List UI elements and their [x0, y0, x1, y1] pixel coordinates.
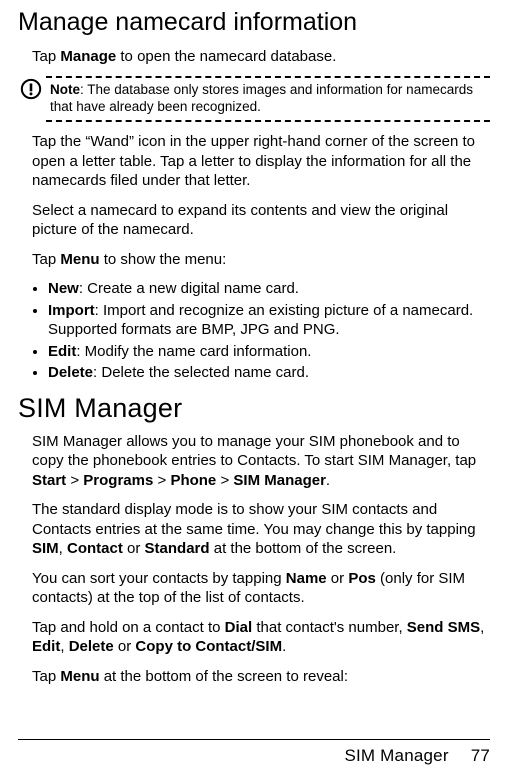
list-item: Delete: Delete the selected name card. — [48, 363, 490, 383]
note-divider-top — [46, 76, 490, 78]
menu-item-desc: : Import and recognize an existing pictu… — [48, 302, 473, 339]
list-item: Import: Import and recognize an existing… — [48, 301, 490, 340]
bold-menu: Menu — [60, 251, 99, 268]
text: to open the namecard database. — [116, 48, 336, 65]
text: or — [114, 638, 136, 655]
bold-simmgr: SIM Manager — [233, 472, 326, 489]
text: > — [216, 472, 233, 489]
list-item: Edit: Modify the name card information. — [48, 342, 490, 362]
footer-rule — [18, 739, 490, 740]
text: . — [282, 638, 286, 655]
text: Tap — [32, 251, 60, 268]
p-menu-reveal: Tap Menu at the bottom of the screen to … — [32, 667, 490, 687]
section-title-sim: SIM Manager — [18, 393, 490, 424]
text: . — [326, 472, 330, 489]
p-contact-actions: Tap and hold on a contact to Dial that c… — [32, 618, 490, 657]
menu-list: New: Create a new digital name card. Imp… — [48, 279, 490, 383]
text: or — [123, 540, 145, 557]
bold-name: Name — [286, 570, 327, 587]
menu-item-name: New — [48, 280, 79, 297]
text: at the bottom of the screen to reveal: — [100, 668, 348, 685]
p-sim-intro: SIM Manager allows you to manage your SI… — [32, 432, 490, 491]
menu-item-desc: : Delete the selected name card. — [93, 364, 309, 381]
bold-manage: Manage — [60, 48, 116, 65]
bold-contact: Contact — [67, 540, 123, 557]
text: SIM Manager allows you to manage your SI… — [32, 433, 476, 470]
bold-dial: Dial — [225, 619, 253, 636]
note-text: : The database only stores images and in… — [50, 82, 473, 114]
page-number: 77 — [471, 746, 490, 766]
note-block: Note: The database only stores images an… — [18, 76, 490, 122]
menu-item-name: Edit — [48, 343, 76, 360]
page: Manage namecard information Tap Manage t… — [0, 0, 508, 780]
text: , — [59, 540, 67, 557]
bold-phone: Phone — [170, 472, 216, 489]
bold-edit: Edit — [32, 638, 60, 655]
p-open-namecard: Tap Manage to open the namecard database… — [32, 47, 490, 67]
text: that contact's number, — [252, 619, 407, 636]
text: to show the menu: — [100, 251, 227, 268]
p-sort: You can sort your contacts by tapping Na… — [32, 569, 490, 608]
p-wand: Tap the “Wand” icon in the upper right-h… — [32, 132, 490, 191]
text: at the bottom of the screen. — [210, 540, 397, 557]
text: or — [327, 570, 349, 587]
section-title-namecard: Manage namecard information — [18, 8, 490, 37]
p-select-namecard: Select a namecard to expand its contents… — [32, 201, 490, 240]
alert-circle-icon — [20, 78, 42, 100]
p-display-mode: The standard display mode is to show you… — [32, 500, 490, 559]
menu-item-name: Import — [48, 302, 95, 319]
note-divider-bottom — [46, 120, 490, 122]
list-item: New: Create a new digital name card. — [48, 279, 490, 299]
bold-pos: Pos — [348, 570, 376, 587]
bold-standard: Standard — [145, 540, 210, 557]
menu-item-desc: : Create a new digital name card. — [79, 280, 299, 297]
bold-menu2: Menu — [60, 668, 99, 685]
menu-item-name: Delete — [48, 364, 93, 381]
footer-section: SIM Manager — [344, 746, 448, 765]
text: Tap — [32, 48, 60, 65]
menu-item-desc: : Modify the name card information. — [76, 343, 311, 360]
bold-sendsms: Send SMS — [407, 619, 480, 636]
bold-programs: Programs — [83, 472, 153, 489]
bold-start: Start — [32, 472, 66, 489]
note-label: Note — [50, 82, 80, 97]
text: The standard display mode is to show you… — [32, 501, 476, 538]
text: Tap — [32, 668, 60, 685]
p-menu-intro: Tap Menu to show the menu: — [32, 250, 490, 270]
bold-sim: SIM — [32, 540, 59, 557]
text: You can sort your contacts by tapping — [32, 570, 286, 587]
bold-delete: Delete — [69, 638, 114, 655]
note-body: Note: The database only stores images an… — [50, 82, 490, 116]
text: , — [480, 619, 484, 636]
text: , — [60, 638, 68, 655]
text: > — [153, 472, 170, 489]
page-footer: SIM Manager 77 — [18, 739, 490, 766]
text: Tap and hold on a contact to — [32, 619, 225, 636]
text: > — [66, 472, 83, 489]
bold-copy: Copy to Contact/SIM — [135, 638, 282, 655]
